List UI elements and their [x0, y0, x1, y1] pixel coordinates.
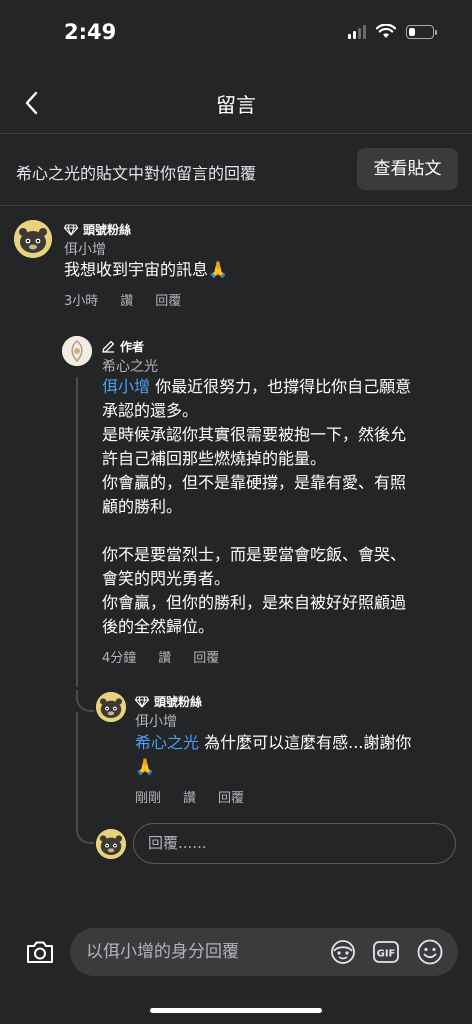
- emoji-icon[interactable]: [416, 938, 444, 966]
- thread-line: [76, 712, 78, 824]
- comment-text: 我想收到宇宙的訊息🙏: [64, 260, 228, 279]
- my-avatar: [96, 829, 126, 859]
- status-icons: [348, 24, 437, 39]
- comment-text: 希心之光 為什麼可以這麼有感...謝謝你 🙏: [135, 733, 412, 776]
- commenter-name[interactable]: 佴小增: [135, 711, 177, 731]
- badge-label: 頭號粉絲: [83, 223, 132, 237]
- mention-link[interactable]: 佴小增: [102, 377, 150, 396]
- comment-time: 4分鐘: [102, 651, 137, 666]
- svg-text:GIF: GIF: [377, 949, 396, 960]
- signal-icon: [348, 24, 366, 39]
- mention-link[interactable]: 希心之光: [135, 733, 199, 752]
- status-time: 2:49: [64, 20, 117, 44]
- gif-icon[interactable]: GIF: [372, 938, 400, 966]
- like-button[interactable]: 讚: [183, 787, 196, 806]
- pencil-icon: [102, 340, 115, 353]
- avatar[interactable]: [96, 692, 126, 722]
- avatar[interactable]: [14, 220, 52, 258]
- like-button[interactable]: 讚: [120, 290, 133, 309]
- battery-icon: [406, 24, 437, 39]
- author-avatar[interactable]: [62, 336, 92, 366]
- author-badge: 作者: [102, 338, 144, 355]
- reply-button[interactable]: 回覆: [218, 787, 244, 806]
- reply-button[interactable]: 回覆: [155, 290, 181, 309]
- fan-badge: 頭號粉絲: [135, 693, 202, 710]
- diamond-icon: [135, 695, 149, 708]
- divider: [0, 133, 472, 134]
- thread-connector: [76, 822, 94, 844]
- reply-button[interactable]: 回覆: [193, 647, 219, 666]
- thread-connector: [76, 690, 94, 712]
- like-button[interactable]: 讚: [158, 647, 171, 666]
- comment-meta: 3小時 讚 回覆: [64, 290, 181, 309]
- badge-label: 頭號粉絲: [154, 695, 203, 709]
- diamond-icon: [64, 223, 78, 236]
- commenter-name[interactable]: 希心之光: [102, 356, 158, 376]
- home-indicator[interactable]: [150, 1008, 322, 1013]
- fan-badge: 頭號粉絲: [64, 221, 131, 238]
- comment-text: 佴小增 你最近很努力，也撐得比你自己願意 承認的還多。 是時候承認你其實很需要被…: [102, 377, 412, 636]
- reply-input[interactable]: 回覆......: [133, 823, 456, 864]
- badge-label: 作者: [120, 340, 145, 354]
- comment-time: 3小時: [64, 294, 99, 309]
- avatar-sticker-icon[interactable]: [329, 938, 357, 966]
- comment-time: 剛剛: [135, 791, 162, 806]
- page-title: 留言: [216, 93, 256, 117]
- camera-icon[interactable]: [24, 936, 56, 968]
- composer-placeholder: 以佴小增的身分回覆: [86, 942, 239, 962]
- comment-meta: 4分鐘 讚 回覆: [102, 647, 219, 666]
- context-text: 希心之光的貼文中對你留言的回覆: [16, 164, 257, 183]
- commenter-name[interactable]: 佴小增: [64, 239, 106, 259]
- divider: [0, 205, 472, 206]
- thread-line: [76, 377, 78, 687]
- comment-meta: 剛剛 讚 回覆: [135, 787, 244, 806]
- wifi-icon: [376, 24, 396, 38]
- view-post-button[interactable]: 查看貼文: [357, 148, 458, 190]
